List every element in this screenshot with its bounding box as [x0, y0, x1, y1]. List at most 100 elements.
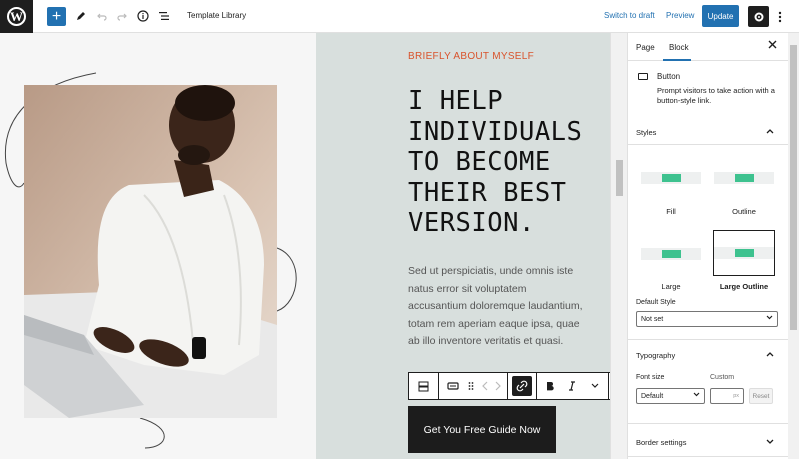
bold-icon	[547, 382, 554, 391]
wordpress-logo-button[interactable]: W	[0, 0, 33, 33]
list-view-button[interactable]	[155, 7, 173, 25]
style-preview-button	[735, 174, 754, 182]
block-card-description: Prompt visitors to take action with a bu…	[657, 86, 775, 105]
update-button[interactable]: Update	[702, 5, 739, 27]
info-icon	[137, 10, 149, 22]
style-preview-button	[662, 250, 681, 258]
custom-size-label: Custom	[710, 374, 735, 381]
move-left-button[interactable]	[480, 376, 490, 396]
styles-panel-toggle[interactable]	[766, 127, 774, 136]
move-right-button[interactable]	[493, 376, 503, 396]
style-preview	[641, 248, 701, 260]
redo-icon	[117, 13, 127, 21]
man-with-laptop-image	[24, 85, 277, 418]
reset-font-size-button[interactable]: Reset	[749, 388, 773, 404]
heading-line: TO BECOME	[408, 147, 551, 177]
default-style-label: Default Style	[636, 299, 676, 306]
unit-label: px	[733, 393, 739, 399]
drag-handle[interactable]	[466, 376, 476, 396]
button-block-icon	[638, 73, 648, 80]
italic-button[interactable]	[562, 376, 582, 396]
style-preview-button	[662, 174, 681, 182]
italic-icon	[569, 381, 576, 391]
chevron-down-icon	[766, 315, 773, 322]
border-settings-panel-title[interactable]: Border settings	[636, 438, 686, 447]
link-off-icon	[516, 380, 528, 392]
font-size-select[interactable]: Default	[636, 388, 705, 404]
panel-divider	[628, 456, 789, 457]
style-option-label: Outline	[732, 207, 756, 216]
font-size-value: Default	[641, 392, 664, 400]
list-view-icon	[159, 12, 169, 20]
format-segment	[537, 373, 609, 399]
heading-line: INDIVIDUALS	[408, 116, 583, 147]
style-option-large[interactable]	[640, 231, 702, 277]
drag-handle-icon	[468, 382, 474, 390]
switch-to-draft-button[interactable]: Switch to draft	[604, 11, 655, 20]
parent-block-button[interactable]	[414, 376, 434, 396]
paragraph-line: accusantium doloremque laudantium,	[408, 300, 583, 312]
style-option-large-outline[interactable]	[713, 230, 775, 276]
add-block-button[interactable]: +	[47, 7, 66, 26]
options-button[interactable]	[775, 8, 785, 26]
chevron-down-icon	[693, 392, 700, 399]
tab-page[interactable]: Page	[636, 43, 655, 52]
details-button[interactable]	[134, 7, 152, 25]
more-vertical-icon	[778, 11, 782, 23]
undo-icon	[97, 13, 107, 21]
editor-scrollbar[interactable]	[610, 33, 627, 459]
font-size-label: Font size	[636, 374, 665, 381]
paragraph-line: totam rem aperiam eaque ipsa, quae	[408, 317, 580, 330]
styles-panel-title[interactable]: Styles	[636, 128, 656, 137]
style-option-outline[interactable]	[713, 155, 775, 201]
button-block-icon	[447, 382, 459, 390]
block-type-button[interactable]	[443, 376, 463, 396]
style-option-label: Large	[661, 282, 681, 291]
sidebar-scrollbar[interactable]	[788, 33, 799, 459]
chevron-up-icon	[766, 129, 774, 134]
preview-button[interactable]: Preview	[666, 11, 694, 20]
style-option-fill[interactable]	[640, 155, 702, 201]
heading-line: THEIR BEST	[408, 177, 567, 208]
hero-paragraph[interactable]: Sed ut perspiciatis, unde omnis iste nat…	[408, 263, 608, 351]
settings-button[interactable]	[748, 6, 769, 27]
block-card-title: Button	[657, 72, 681, 81]
more-formatting-button[interactable]	[585, 376, 605, 396]
unlink-button[interactable]	[512, 376, 532, 396]
custom-font-size-input[interactable]: px	[710, 388, 744, 404]
cta-button[interactable]: Get You Free Guide Now	[408, 406, 556, 453]
style-preview	[714, 172, 774, 184]
paragraph-line: ab illo inventore veritatis et quasi.	[408, 335, 564, 347]
editor-header: W + Template Library Switch to draft Pre…	[0, 0, 799, 33]
tab-block[interactable]: Block	[669, 43, 689, 52]
typography-panel-toggle[interactable]	[766, 350, 774, 359]
portrait-photo[interactable]	[24, 85, 277, 418]
hero-heading[interactable]: I HELP INDIVIDUALS TO BECOME THEIR BEST …	[408, 86, 608, 239]
buttons-block-icon	[418, 381, 429, 391]
typography-panel-title[interactable]: Typography	[636, 351, 675, 360]
paragraph-line: natus error sit voluptatem	[408, 282, 527, 295]
scrollbar-thumb[interactable]	[790, 45, 797, 330]
sidebar-tabs: Page Block	[628, 33, 789, 61]
document-title[interactable]: Template Library	[187, 11, 246, 20]
bold-button[interactable]	[540, 376, 560, 396]
chevron-right-icon	[495, 381, 502, 391]
edit-tool-button[interactable]	[72, 7, 90, 25]
chevron-down-icon	[766, 439, 774, 444]
style-option-label: Large Outline	[719, 282, 769, 291]
gear-icon	[754, 12, 763, 21]
section-eyebrow: BRIEFLY ABOUT MYSELF	[408, 51, 535, 62]
close-icon	[768, 40, 777, 49]
scrollbar-thumb[interactable]	[616, 160, 623, 196]
undo-button[interactable]	[93, 7, 111, 25]
border-settings-toggle[interactable]	[766, 438, 774, 447]
heading-line: VERSION.	[408, 208, 535, 238]
close-sidebar-button[interactable]	[768, 40, 777, 52]
chevron-up-icon	[766, 352, 774, 357]
redo-button[interactable]	[113, 7, 131, 25]
chevron-left-icon	[481, 381, 488, 391]
panel-divider	[628, 339, 789, 340]
block-move-segment	[439, 373, 508, 399]
heading-line: I HELP	[408, 86, 504, 116]
default-style-select[interactable]: Not set	[636, 311, 778, 327]
